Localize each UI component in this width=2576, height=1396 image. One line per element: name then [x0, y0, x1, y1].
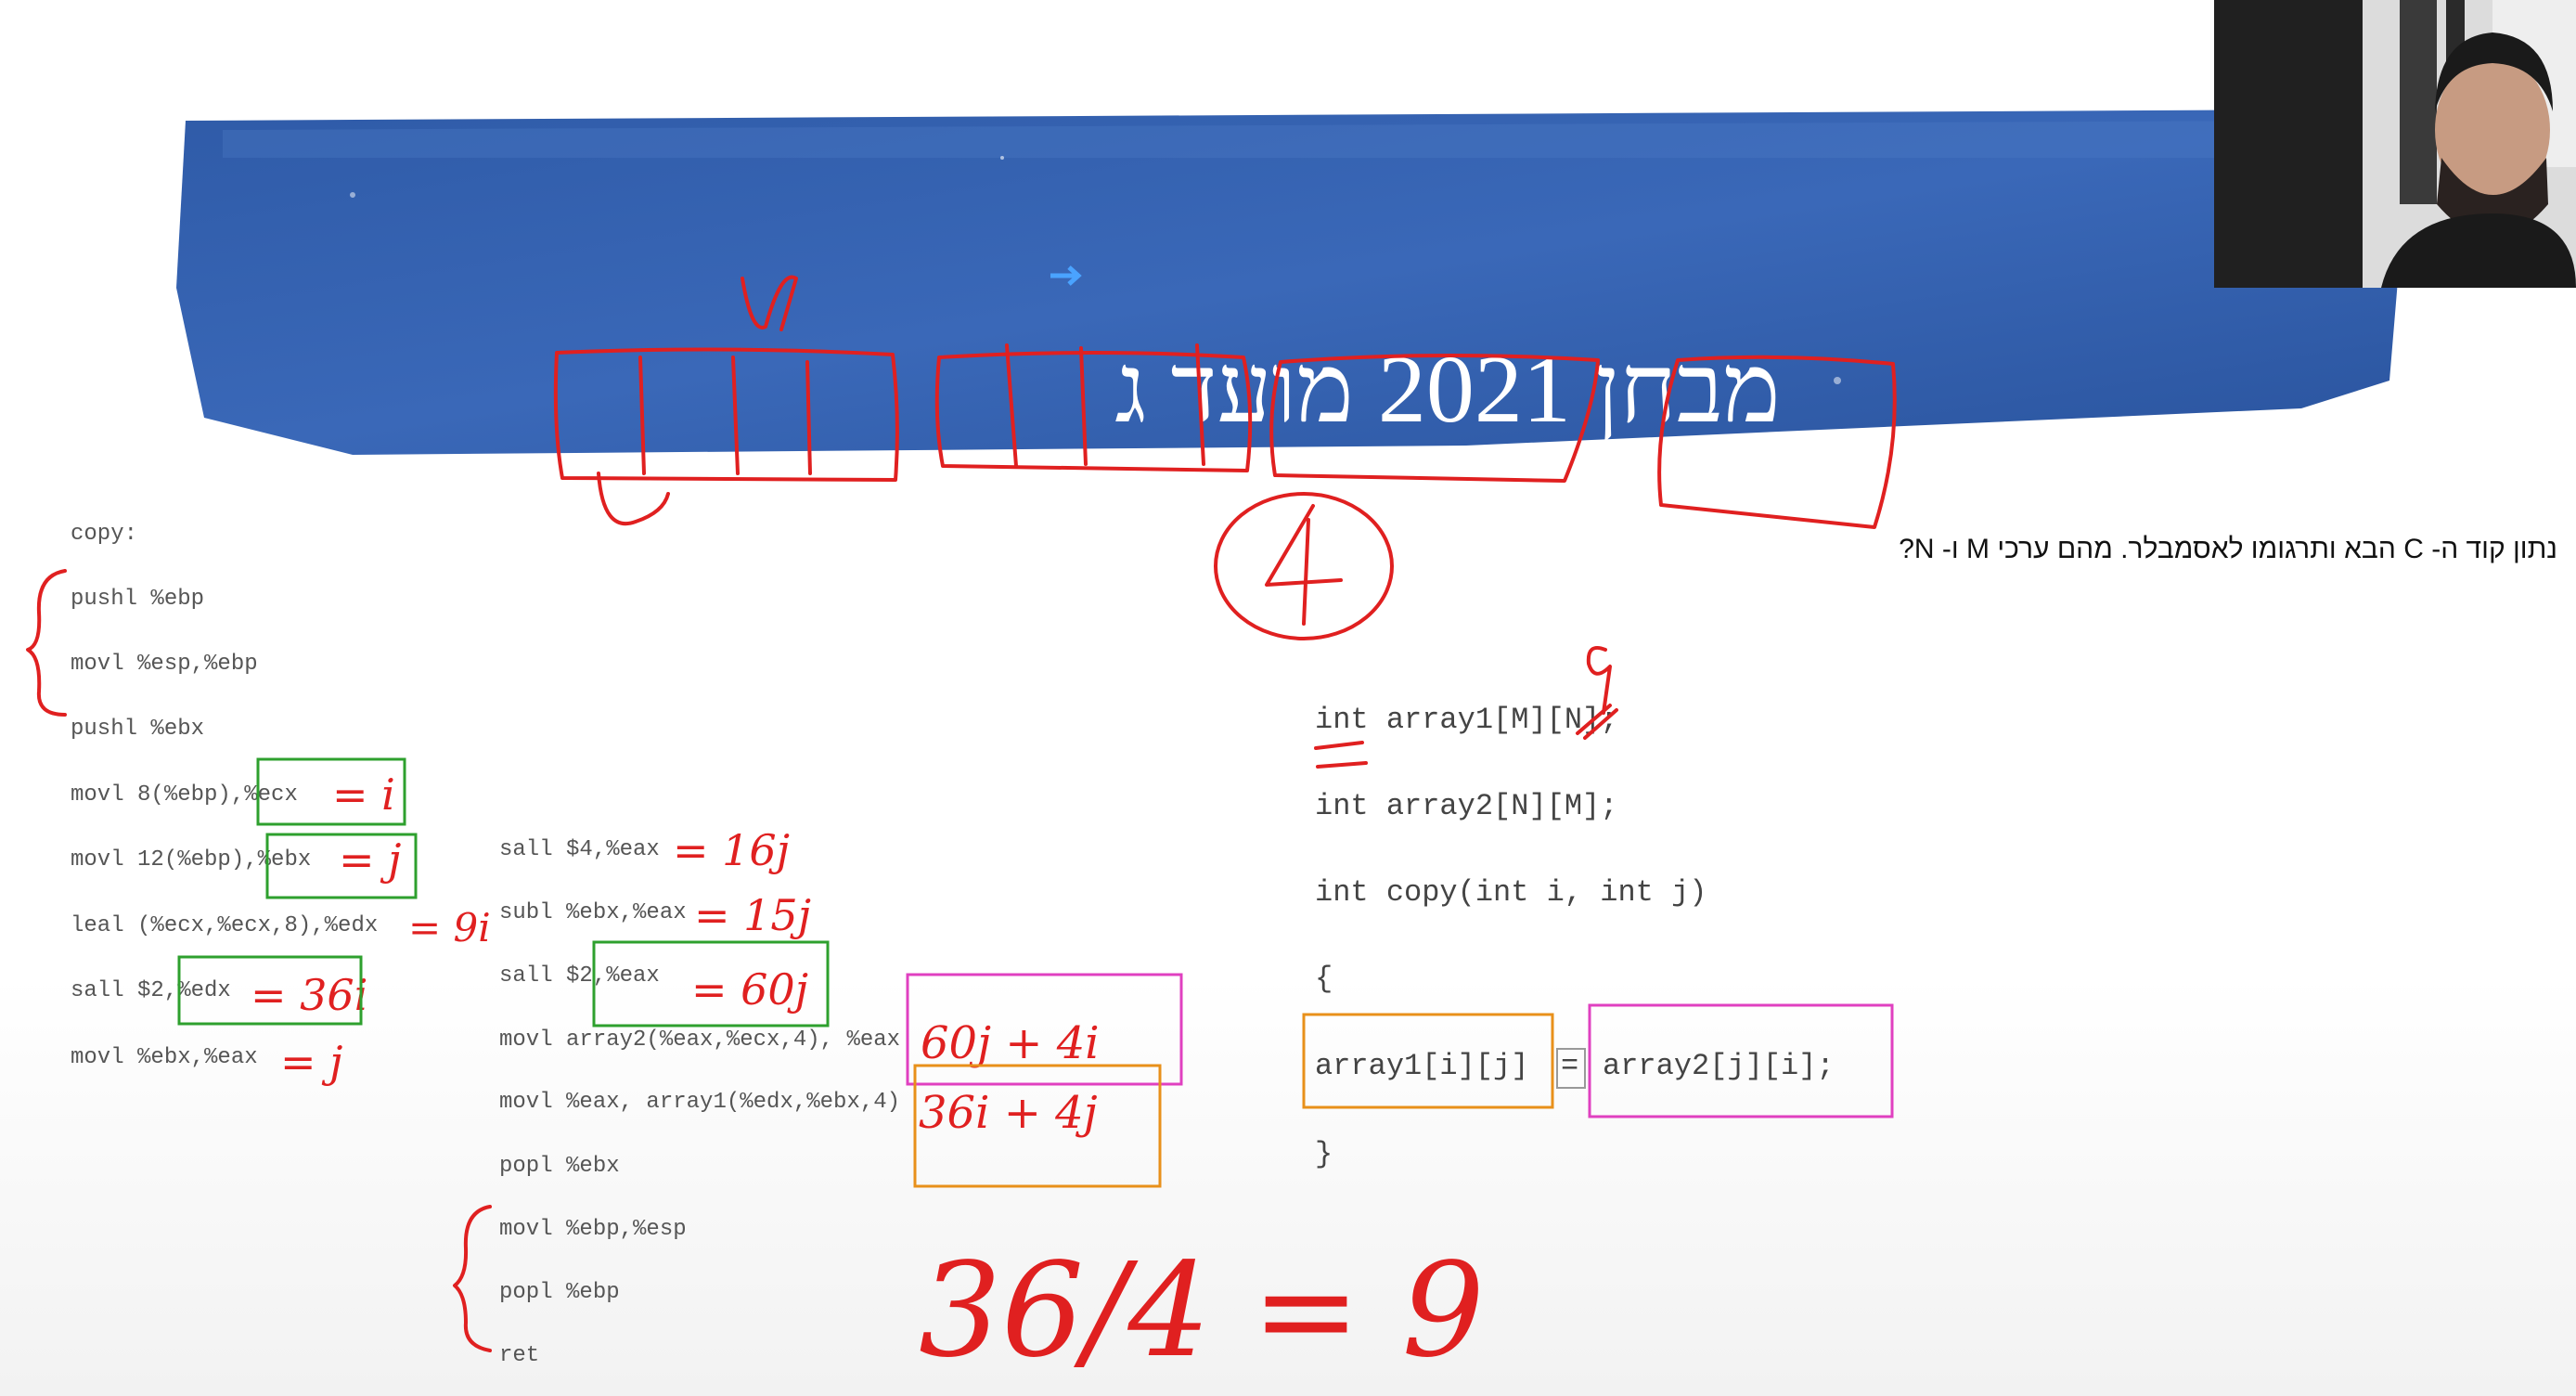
note-magenta: 60j + 4i	[921, 1017, 1100, 1069]
slide-canvas: מבחן 2021 מועד ג נתון קוד ה- C הבא ותרגו…	[0, 0, 2576, 1396]
title-banner: מבחן 2021 מועד ג	[167, 102, 2413, 473]
asm-line: movl 8(%ebp),%ecx	[71, 782, 298, 808]
circled-four	[1214, 492, 1394, 640]
c-code-assign-eq: =	[1561, 1049, 1579, 1083]
c-code-line: {	[1315, 962, 1333, 996]
asm-line: sall $2,%edx	[71, 978, 231, 1003]
box-array1-store	[913, 1064, 1162, 1188]
asm-line: movl %esp,%ebp	[71, 652, 258, 677]
asm-line: popl %ebp	[499, 1280, 620, 1305]
asm-line: leal (%ecx,%ecx,8),%edx	[71, 913, 379, 938]
c-code-assign-left: array1[i][j]	[1315, 1049, 1529, 1083]
asm-line: popl %ebx	[499, 1154, 620, 1179]
question-text: נתון קוד ה- C הבא ותרגומו לאסמבלר. מהם ע…	[1899, 534, 2557, 564]
note-eax-mov: = j	[280, 1037, 342, 1087]
asm-line: pushl %ebx	[71, 717, 205, 742]
pointer-arrow-icon	[1050, 265, 1082, 286]
brace-left	[26, 569, 67, 717]
c-code-assign-right: array2[j][i];	[1603, 1049, 1835, 1083]
asm-line: movl %eax, array1(%edx,%ebx,4)	[499, 1090, 901, 1115]
asm-line: subl %ebx,%eax	[499, 900, 687, 925]
asm-line: sall $4,%eax	[499, 837, 660, 862]
asm-line: ret	[499, 1343, 540, 1368]
c-code-line: int array2[N][M];	[1315, 789, 1618, 823]
c-code-line: int array1[M][N];	[1315, 703, 1618, 737]
asm-line: movl %ebp,%esp	[499, 1217, 687, 1242]
brace-right	[453, 1205, 492, 1352]
note-orange: 36i + 4j	[919, 1087, 1098, 1139]
asm-line: copy:	[71, 522, 138, 547]
handwritten-formula: 36/4 = 9	[919, 1235, 1485, 1387]
note-eax-sall4: = 16j	[673, 825, 790, 875]
asm-line: movl 12(%ebp),%ebx	[71, 847, 312, 872]
note-eax-sall2: = 60j	[691, 964, 808, 1015]
asm-line: pushl %ebp	[71, 587, 205, 612]
slide-title: מבחן 2021 מועד ג	[1114, 336, 1781, 443]
asm-line: movl array2(%eax,%ecx,4), %eax	[499, 1028, 901, 1053]
webcam-thumbnail	[2214, 0, 2576, 288]
c-code-line: int copy(int i, int j)	[1315, 875, 1707, 910]
note-edx-sall: = 36i	[251, 970, 367, 1020]
asm-line: sall $2,%eax	[499, 963, 660, 989]
note-edx-lea: = 9i	[408, 905, 491, 950]
note-eax-subl: = 15j	[694, 890, 811, 940]
note-ebx: = j	[339, 834, 401, 885]
box-array2-load	[906, 973, 1183, 1086]
note-ecx: = i	[332, 769, 395, 820]
c-code-line: }	[1315, 1137, 1333, 1171]
asm-line: movl %ebx,%eax	[71, 1045, 258, 1070]
